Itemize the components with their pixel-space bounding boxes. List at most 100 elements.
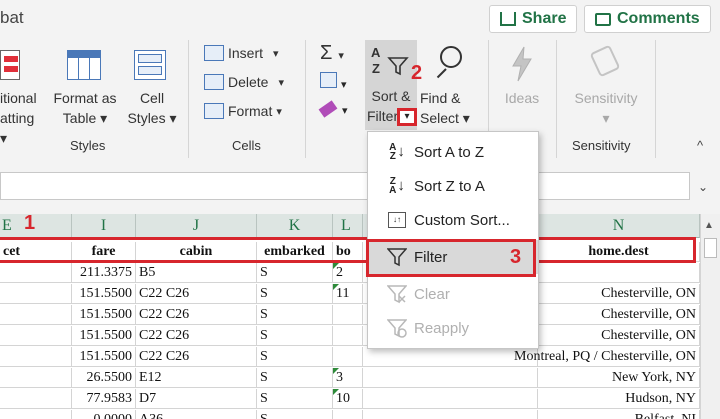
table-cell[interactable]: S: [257, 263, 333, 283]
column-header-e[interactable]: E: [0, 214, 72, 238]
window-title-fragment: bat: [0, 8, 24, 27]
table-cell[interactable]: 211.3375: [72, 263, 136, 283]
table-cell[interactable]: C22 C26: [136, 305, 257, 325]
styles-group-label: Styles: [70, 138, 106, 153]
cell-styles-button[interactable]: Cell Styles ▾: [122, 88, 182, 128]
table-cell[interactable]: [0, 347, 72, 367]
annotation-3: 3: [510, 246, 522, 268]
table-cell[interactable]: S: [257, 326, 333, 346]
fill-button[interactable]: ▾: [320, 72, 360, 92]
format-as-table-button[interactable]: Format as Table ▾: [50, 88, 120, 128]
column-header-n[interactable]: N: [538, 214, 700, 238]
delete-cells-icon: [204, 74, 224, 90]
table-cell[interactable]: [0, 389, 72, 409]
table-cell[interactable]: B5: [136, 263, 257, 283]
share-button[interactable]: Share: [489, 5, 578, 33]
table-cell[interactable]: 26.5500: [72, 368, 136, 388]
table-cell[interactable]: Hudson, NY: [538, 389, 700, 409]
table-cell[interactable]: [363, 389, 538, 409]
sensitivity-button[interactable]: Sensitivity ▾: [566, 88, 646, 128]
expand-formula-bar-icon[interactable]: ⌄: [698, 180, 708, 194]
table-cell[interactable]: C22 C26: [136, 284, 257, 304]
group-divider: [655, 40, 656, 158]
table-cell[interactable]: [0, 410, 72, 419]
table-cell[interactable]: C22 C26: [136, 326, 257, 346]
table-cell[interactable]: Montreal, PQ / Chesterville, ON: [514, 347, 700, 367]
scrollbar-thumb[interactable]: [704, 238, 717, 258]
table-cell[interactable]: A36: [136, 410, 257, 419]
menu-item-sort-z-to-a[interactable]: Z A ↓ Sort Z to A: [368, 169, 538, 203]
table-cell[interactable]: D7: [136, 389, 257, 409]
scroll-up-icon[interactable]: ▲: [704, 220, 714, 231]
magnifier-icon: [430, 46, 464, 82]
table-cell[interactable]: [538, 263, 700, 283]
format-button[interactable]: Format ▾: [204, 103, 282, 119]
insert-button[interactable]: Insert ▾: [204, 45, 279, 61]
table-cell[interactable]: [333, 326, 363, 346]
table-cell[interactable]: [363, 368, 538, 388]
menu-item-clear[interactable]: Clear: [368, 277, 538, 311]
table-cell[interactable]: 151.5500: [72, 347, 136, 367]
table-cell[interactable]: 11: [333, 284, 363, 304]
collapse-ribbon-icon[interactable]: ^: [697, 138, 703, 153]
column-header-j[interactable]: J: [136, 214, 257, 238]
table-cell[interactable]: S: [257, 389, 333, 409]
column-header-i[interactable]: I: [72, 214, 136, 238]
table-cell[interactable]: S: [257, 368, 333, 388]
table-cell[interactable]: [363, 410, 538, 419]
table-cell[interactable]: 151.5500: [72, 284, 136, 304]
group-divider: [305, 40, 306, 158]
table-cell[interactable]: 2: [333, 263, 363, 283]
autosum-button[interactable]: Σ ▾: [320, 42, 344, 65]
table-cell[interactable]: 151.5500: [72, 305, 136, 325]
table-cell[interactable]: 77.9583: [72, 389, 136, 409]
table-cell[interactable]: S: [257, 284, 333, 304]
sort-z-to-a-icon: Z A ↓: [389, 176, 405, 196]
header-row-highlight: [0, 237, 696, 263]
column-header-l[interactable]: L: [333, 214, 363, 238]
error-indicator-icon: [333, 284, 339, 290]
table-cell[interactable]: 10: [333, 389, 363, 409]
ribbon: bat Share Comments itional atting ▾ Form…: [0, 0, 720, 160]
vertical-scrollbar[interactable]: ▲: [700, 214, 720, 419]
menu-item-custom-sort[interactable]: ↓↑ Custom Sort...: [368, 203, 538, 237]
table-cell[interactable]: C22 C26: [136, 347, 257, 367]
table-cell[interactable]: Chesterville, ON: [538, 326, 700, 346]
find-select-button[interactable]: Find & Select ▾: [420, 88, 474, 128]
chevron-down-icon: ▾: [602, 110, 610, 126]
ideas-button[interactable]: Ideas: [500, 88, 544, 108]
table-cell[interactable]: [333, 347, 363, 367]
table-cell[interactable]: E12: [136, 368, 257, 388]
conditional-formatting-button[interactable]: itional atting ▾: [0, 88, 44, 148]
table-cell[interactable]: [0, 305, 72, 325]
table-cell[interactable]: Chesterville, ON: [538, 305, 700, 325]
table-cell[interactable]: 0.0000: [72, 410, 136, 419]
comments-button[interactable]: Comments: [584, 5, 711, 33]
table-cell[interactable]: 151.5500: [72, 326, 136, 346]
sort-filter-dropdown-arrow[interactable]: ▾: [397, 108, 417, 126]
clear-button[interactable]: ▾: [318, 100, 360, 121]
table-cell[interactable]: [0, 368, 72, 388]
table-cell[interactable]: [333, 305, 363, 325]
table-cell[interactable]: 3: [333, 368, 363, 388]
menu-item-sort-a-to-z[interactable]: A Z ↓ Sort A to Z: [368, 135, 538, 169]
table-cell[interactable]: [0, 326, 72, 346]
formula-input[interactable]: [0, 172, 690, 200]
table-cell[interactable]: S: [257, 347, 333, 367]
delete-button[interactable]: Delete ▾: [204, 74, 284, 90]
table-cell[interactable]: S: [257, 305, 333, 325]
column-header-k[interactable]: K: [257, 214, 333, 238]
comment-icon: [595, 12, 611, 26]
table-cell[interactable]: Chesterville, ON: [538, 284, 700, 304]
table-cell[interactable]: New York, NY: [538, 368, 700, 388]
table-cell[interactable]: Belfast, NI: [538, 410, 700, 419]
menu-item-reapply[interactable]: Reapply: [368, 311, 538, 345]
fill-down-icon: [320, 72, 337, 88]
table-cell[interactable]: [0, 284, 72, 304]
table-cell[interactable]: [0, 263, 72, 283]
annotation-2: 2: [411, 62, 423, 84]
table-cell[interactable]: [363, 347, 538, 367]
sensitivity-icon: [589, 44, 622, 80]
table-cell[interactable]: S: [257, 410, 333, 419]
table-cell[interactable]: [333, 410, 363, 419]
